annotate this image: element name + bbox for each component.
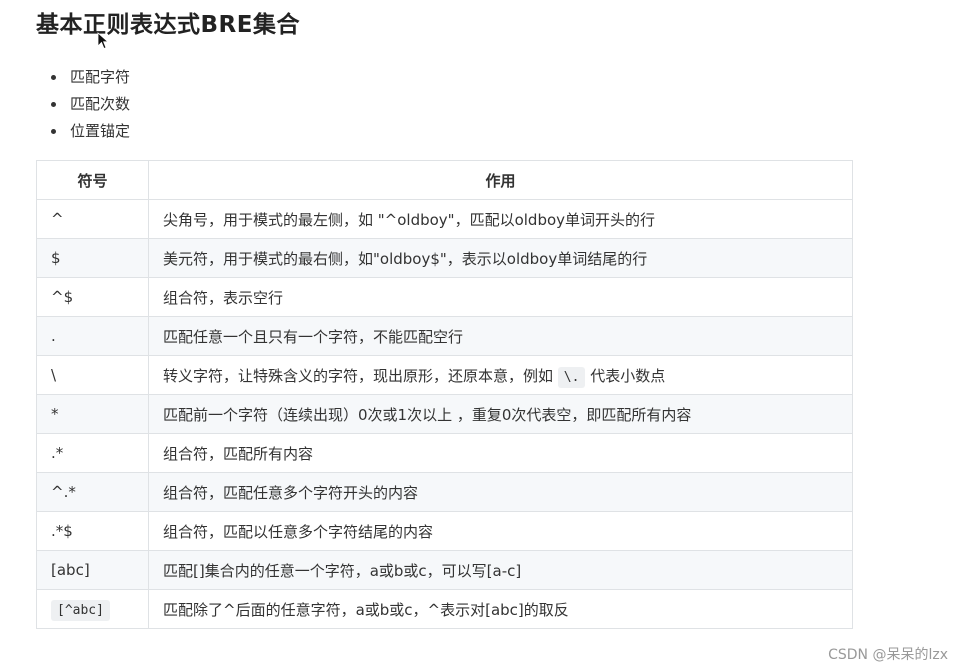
symbol-cell: .* [36,433,149,473]
table-row: \ 转义字符，让特殊含义的字符，现出原形，还原本意，例如 \. 代表小数点 [36,355,853,395]
symbol-cell: [abc] [36,550,149,590]
table-row: ^.* 组合符，匹配任意多个字符开头的内容 [36,472,853,512]
symbol-cell: .*$ [36,511,149,551]
table-row: . 匹配任意一个且只有一个字符，不能匹配空行 [36,316,853,356]
watermark: CSDN @呆呆的lzx [828,647,948,663]
bullet-text: 位置锚定 [70,122,131,140]
table-row: [^abc] 匹配除了^后面的任意字符，a或b或c，^表示对[abc]的取反 [36,589,853,629]
table-row: .*$ 组合符，匹配以任意多个字符结尾的内容 [36,511,853,551]
description-text: 代表小数点 [585,366,666,385]
column-header-function: 作用 [148,160,853,200]
symbol-cell: ^ [36,199,149,239]
list-item: 匹配字符 [48,64,130,91]
table-header-row: 符号 作用 [36,160,853,200]
list-item: 位置锚定 [48,118,130,145]
table-row: ^ 尖角号，用于模式的最左侧，如 "^oldboy"，匹配以oldboy单词开头… [36,199,853,239]
symbol-cell: ^$ [36,277,149,317]
description-cell: 转义字符，让特殊含义的字符，现出原形，还原本意，例如 \. 代表小数点 [148,355,853,395]
description-cell: 组合符，匹配以任意多个字符结尾的内容 [148,511,853,551]
bullet-dot-icon [51,129,56,134]
column-header-symbol: 符号 [36,160,149,200]
table-row: .* 组合符，匹配所有内容 [36,433,853,473]
table-row: * 匹配前一个字符（连续出现）0次或1次以上 ，重复0次代表空，即匹配所有内容 [36,394,853,434]
regex-table-container: 符号 作用 ^ 尖角号，用于模式的最左侧，如 "^oldboy"，匹配以oldb… [36,160,853,629]
description-cell: 匹配[]集合内的任意一个字符，a或b或c，可以写[a-c] [148,550,853,590]
page-title: 基本正则表达式BRE集合 [36,12,300,38]
description-cell: 匹配除了^后面的任意字符，a或b或c，^表示对[abc]的取反 [148,589,853,629]
description-cell: 组合符，表示空行 [148,277,853,317]
inline-code: \. [557,366,586,388]
description-text: 转义字符，让特殊含义的字符，现出原形，还原本意，例如 [163,366,558,385]
description-cell: 尖角号，用于模式的最左侧，如 "^oldboy"，匹配以oldboy单词开头的行 [148,199,853,239]
bullet-dot-icon [51,102,56,107]
bullet-dot-icon [51,75,56,80]
symbol-cell: [^abc] [36,589,149,629]
symbol-cell: ^.* [36,472,149,512]
description-cell: 组合符，匹配任意多个字符开头的内容 [148,472,853,512]
symbol-cell: $ [36,238,149,278]
list-item: 匹配次数 [48,91,130,118]
description-cell: 美元符，用于模式的最右侧，如"oldboy$"，表示以oldboy单词结尾的行 [148,238,853,278]
table-row: $ 美元符，用于模式的最右侧，如"oldboy$"，表示以oldboy单词结尾的… [36,238,853,278]
bullet-list: 匹配字符 匹配次数 位置锚定 [48,64,130,145]
description-cell: 匹配前一个字符（连续出现）0次或1次以上 ，重复0次代表空，即匹配所有内容 [148,394,853,434]
description-cell: 匹配任意一个且只有一个字符，不能匹配空行 [148,316,853,356]
bullet-text: 匹配字符 [70,68,131,86]
description-cell: 组合符，匹配所有内容 [148,433,853,473]
table-row: [abc] 匹配[]集合内的任意一个字符，a或b或c，可以写[a-c] [36,550,853,590]
symbol-cell: . [36,316,149,356]
table-row: ^$ 组合符，表示空行 [36,277,853,317]
inline-code: [^abc] [51,600,110,621]
symbol-cell: * [36,394,149,434]
page: 基本正则表达式BRE集合 匹配字符 匹配次数 位置锚定 符号 作用 ^ 尖角号，… [0,0,964,672]
mouse-pointer-icon [97,32,109,50]
symbol-cell: \ [36,355,149,395]
regex-table: 符号 作用 ^ 尖角号，用于模式的最左侧，如 "^oldboy"，匹配以oldb… [36,160,853,629]
bullet-text: 匹配次数 [70,95,131,113]
